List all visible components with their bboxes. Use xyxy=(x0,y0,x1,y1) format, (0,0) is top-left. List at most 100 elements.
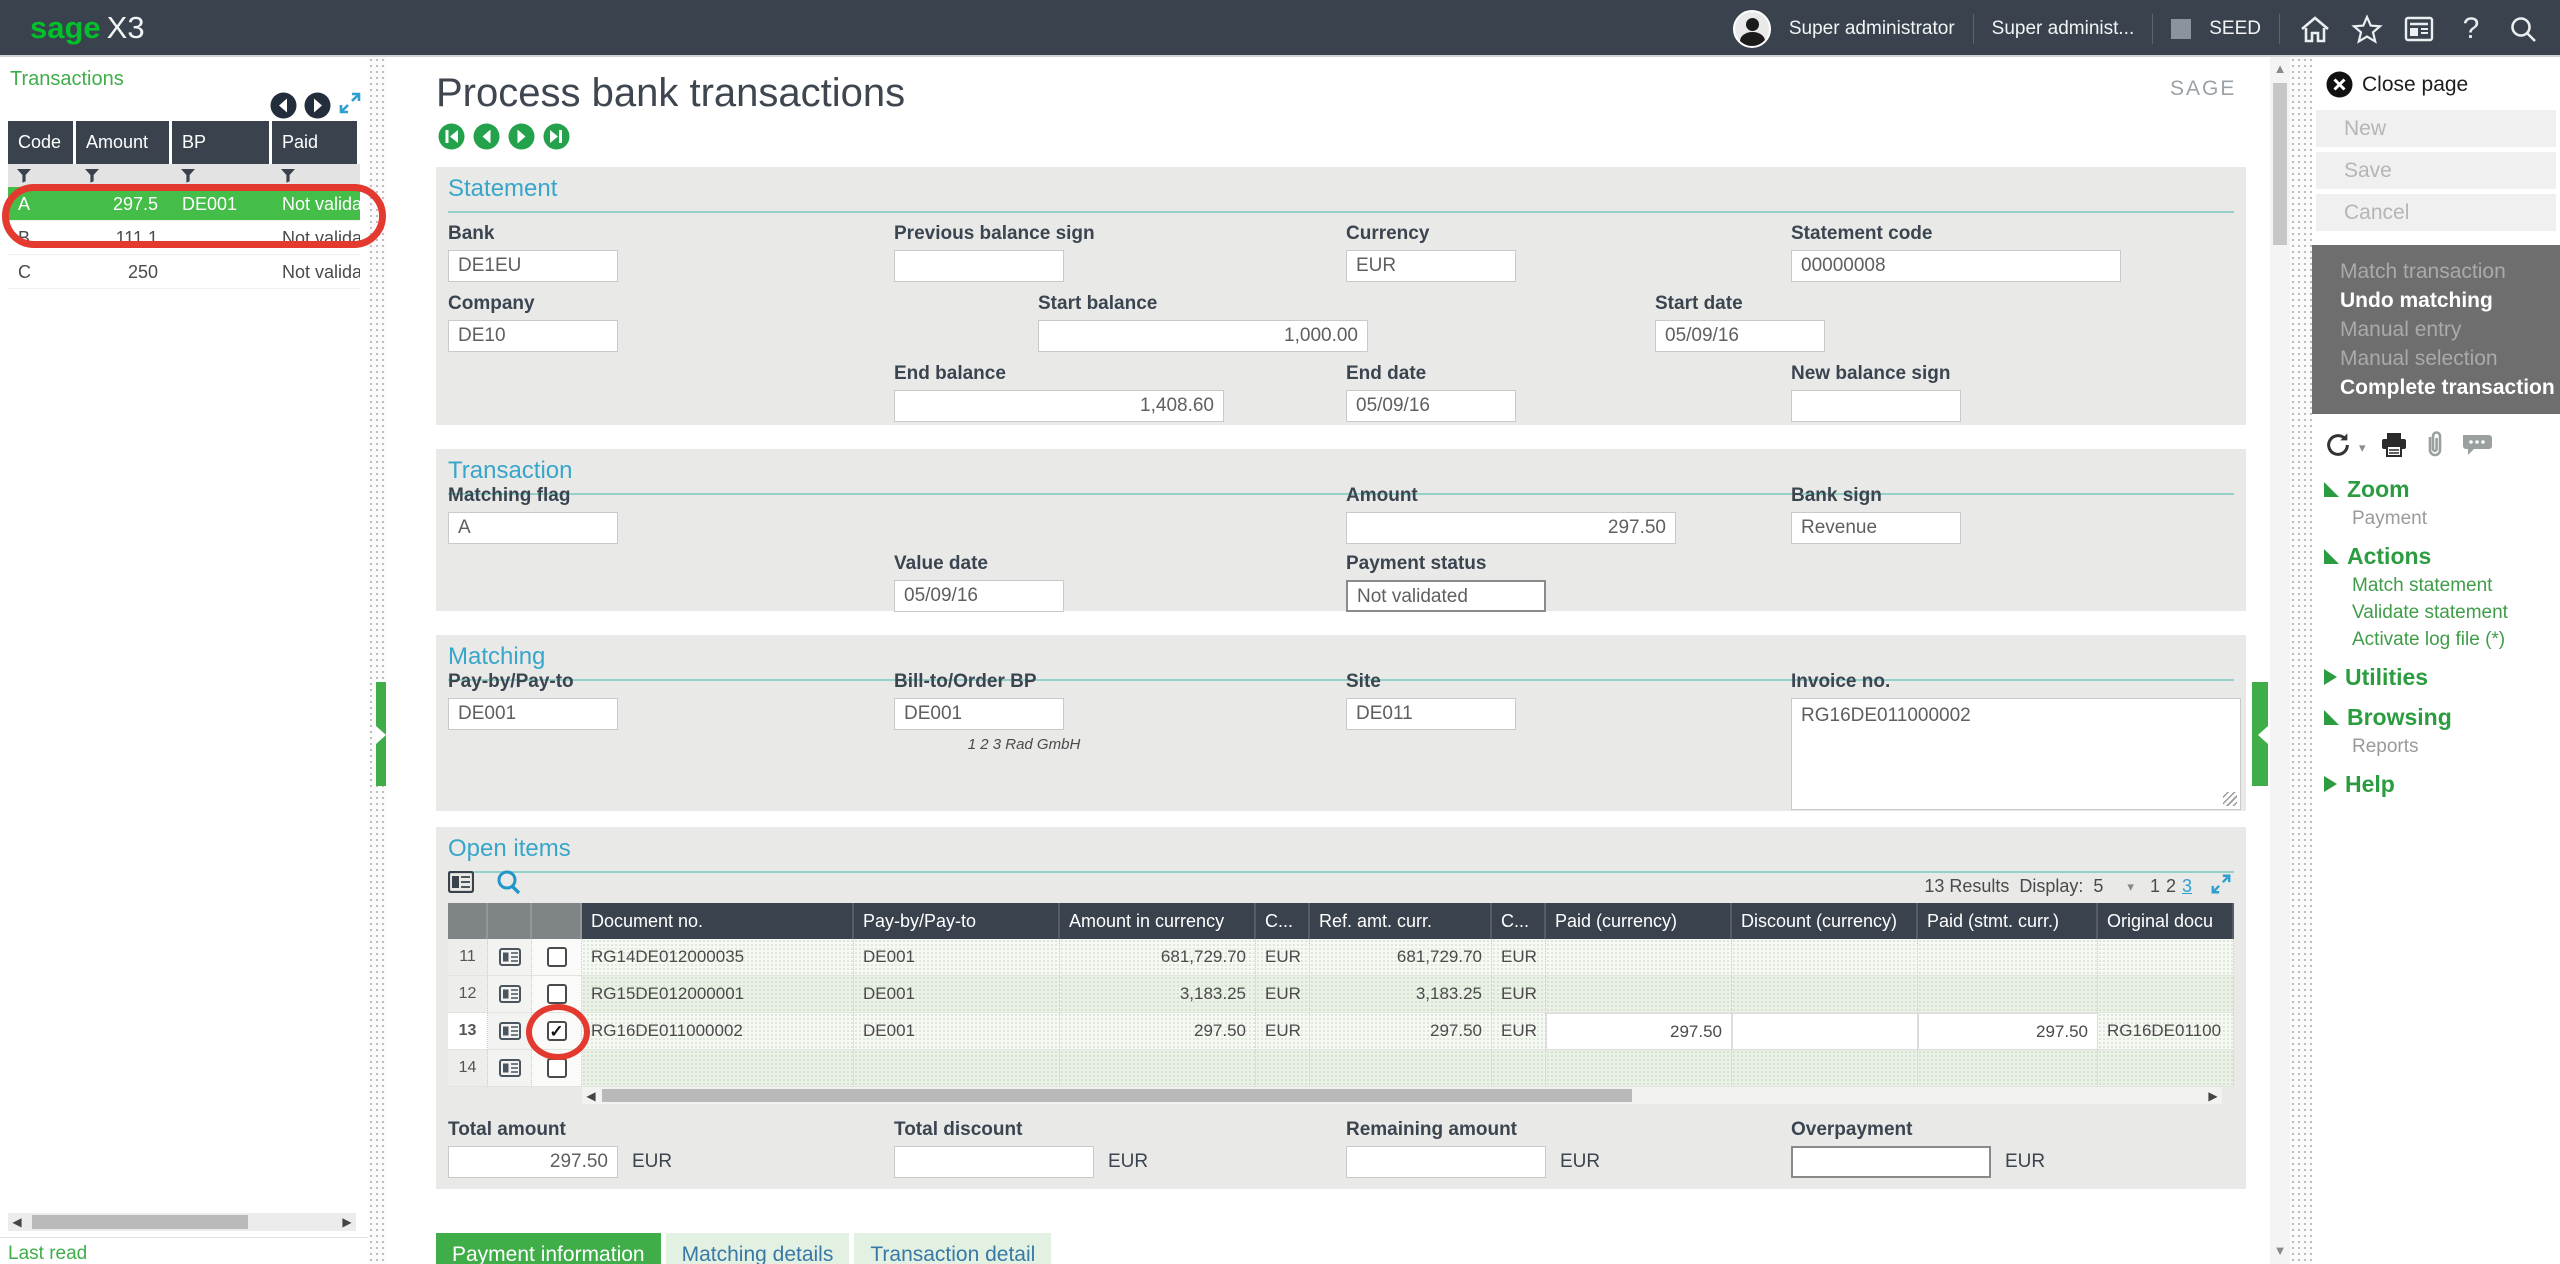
scroll-up-icon[interactable]: ▲ xyxy=(2270,61,2290,76)
tab-payment-information[interactable]: Payment information xyxy=(436,1233,661,1264)
total-discount-input[interactable] xyxy=(894,1146,1094,1178)
section-item-validate-statement[interactable]: Validate statement xyxy=(2312,599,2560,626)
overpayment-input[interactable] xyxy=(1791,1146,1991,1178)
avatar[interactable] xyxy=(1733,10,1771,48)
column-header[interactable]: Amount in currency xyxy=(1060,903,1256,939)
scroll-left-icon[interactable]: ◀ xyxy=(8,1215,26,1229)
first-record-icon[interactable] xyxy=(438,123,465,155)
save-button[interactable]: Save xyxy=(2316,152,2556,189)
left-panel-hscrollbar[interactable]: ◀ ▶ xyxy=(8,1213,356,1231)
cancel-button[interactable]: Cancel xyxy=(2316,194,2556,231)
main-vscrollbar[interactable]: ▲ ▼ xyxy=(2270,57,2290,1264)
new-balance-sign-input[interactable] xyxy=(1791,390,1961,422)
detail-card-icon[interactable] xyxy=(488,976,532,1013)
column-header[interactable]: C... xyxy=(1492,903,1546,939)
resize-grip-icon[interactable] xyxy=(2223,792,2237,806)
section-header-help[interactable]: Help xyxy=(2312,768,2560,800)
next-record-icon[interactable] xyxy=(304,92,331,119)
endpoint-label[interactable]: SEED xyxy=(2209,18,2261,40)
comment-icon[interactable] xyxy=(2461,432,2493,463)
section-item-payment[interactable]: Payment xyxy=(2312,505,2560,532)
amount-input[interactable]: 297.50 xyxy=(1346,512,1676,544)
home-icon[interactable] xyxy=(2298,12,2332,46)
section-header-browsing[interactable]: Browsing xyxy=(2312,701,2560,733)
open-items-row-11[interactable]: 11RG14DE012000035DE001681,729.70EUR681,7… xyxy=(448,939,2234,976)
search-icon[interactable] xyxy=(2506,12,2540,46)
expand-icon[interactable] xyxy=(2210,873,2232,900)
help-icon[interactable]: ? xyxy=(2454,12,2488,46)
total-amount-input[interactable]: 297.50 xyxy=(448,1146,618,1178)
printer-icon[interactable] xyxy=(2379,431,2409,464)
last-record-icon[interactable] xyxy=(543,123,570,155)
row-checkbox[interactable] xyxy=(547,984,567,1004)
column-header[interactable]: Pay-by/Pay-to xyxy=(854,903,1060,939)
column-header-paid[interactable]: Paid xyxy=(272,121,360,164)
start-date-input[interactable]: 05/09/16 xyxy=(1655,320,1825,352)
collapse-right-panel-handle[interactable] xyxy=(2252,682,2268,786)
value-date-input[interactable]: 05/09/16 xyxy=(894,580,1064,612)
scroll-thumb[interactable] xyxy=(2273,83,2287,245)
prev-record-icon[interactable] xyxy=(270,92,297,119)
open-items-row-12[interactable]: 12RG15DE012000001DE0013,183.25EUR3,183.2… xyxy=(448,976,2234,1013)
new-button[interactable]: New xyxy=(2316,110,2556,147)
column-header[interactable]: Paid (currency) xyxy=(1546,903,1732,939)
page-link-2[interactable]: 2 xyxy=(2166,876,2176,896)
next-record-icon[interactable] xyxy=(508,123,535,155)
cell[interactable] xyxy=(1732,1013,1918,1050)
bank-input[interactable]: DE1EU xyxy=(448,250,618,282)
section-item-reports[interactable]: Reports xyxy=(2312,733,2560,760)
company-input[interactable]: DE10 xyxy=(448,320,618,352)
column-header[interactable]: Original docu xyxy=(2098,903,2234,939)
refresh-icon[interactable] xyxy=(2324,431,2352,464)
row-checkbox[interactable] xyxy=(547,947,567,967)
expand-icon[interactable] xyxy=(338,91,362,120)
dropdown-caret-icon[interactable]: ▾ xyxy=(2127,879,2134,895)
column-header-code[interactable]: Code xyxy=(8,121,76,164)
column-header-amount[interactable]: Amount xyxy=(76,121,172,164)
right-splitter[interactable] xyxy=(2290,57,2312,1264)
scroll-down-icon[interactable]: ▼ xyxy=(2270,1243,2290,1258)
star-icon[interactable] xyxy=(2350,12,2384,46)
open-items-hscrollbar[interactable]: ◀ ▶ xyxy=(582,1087,2222,1104)
statement-code-input[interactable]: 00000008 xyxy=(1791,250,2121,282)
user-role[interactable]: Super administ... xyxy=(1992,18,2135,40)
column-header-util[interactable] xyxy=(448,903,488,939)
section-header-zoom[interactable]: Zoom xyxy=(2312,473,2560,505)
end-balance-input[interactable]: 1,408.60 xyxy=(894,390,1224,422)
open-items-row-14[interactable]: 14 xyxy=(448,1050,2234,1087)
news-icon[interactable] xyxy=(2402,12,2436,46)
bill-to-input[interactable]: DE001 xyxy=(894,698,1064,730)
tab-matching-details[interactable]: Matching details xyxy=(666,1233,850,1264)
menu-item-complete-transaction[interactable]: Complete transaction xyxy=(2312,373,2560,402)
last-read-link[interactable]: Last read xyxy=(8,1243,87,1264)
paperclip-icon[interactable] xyxy=(2422,430,2448,465)
scroll-thumb[interactable] xyxy=(32,1215,248,1229)
scroll-thumb[interactable] xyxy=(602,1089,1632,1102)
scroll-left-icon[interactable]: ◀ xyxy=(582,1089,600,1103)
remaining-amount-input[interactable] xyxy=(1346,1146,1546,1178)
column-header[interactable]: C... xyxy=(1256,903,1310,939)
matching-flag-input[interactable]: A xyxy=(448,512,618,544)
page-link-1[interactable]: 1 xyxy=(2150,876,2160,896)
column-header[interactable]: Ref. amt. curr. xyxy=(1310,903,1492,939)
search-icon[interactable] xyxy=(496,869,522,900)
prev-record-icon[interactable] xyxy=(473,123,500,155)
scroll-right-icon[interactable]: ▶ xyxy=(338,1215,356,1229)
transactions-row-C[interactable]: C250Not validated xyxy=(8,255,360,289)
bank-sign-input[interactable]: Revenue xyxy=(1791,512,1961,544)
cell[interactable]: 297.50 xyxy=(1546,1013,1732,1050)
column-header[interactable]: Document no. xyxy=(582,903,854,939)
column-header-bp[interactable]: BP xyxy=(172,121,272,164)
currency-input[interactable]: EUR xyxy=(1346,250,1516,282)
pay-by-input[interactable]: DE001 xyxy=(448,698,618,730)
grid-icon[interactable] xyxy=(448,871,474,898)
open-items-row-13[interactable]: 13✓RG16DE011000002DE001297.50EUR297.50EU… xyxy=(448,1013,2234,1050)
column-header[interactable]: Discount (currency) xyxy=(1732,903,1918,939)
section-item-match-statement[interactable]: Match statement xyxy=(2312,572,2560,599)
start-balance-input[interactable]: 1,000.00 xyxy=(1038,320,1368,352)
column-header-util[interactable] xyxy=(532,903,582,939)
column-header-util[interactable] xyxy=(488,903,532,939)
sage-x3-logo[interactable]: sageX3 xyxy=(30,10,145,46)
site-input[interactable]: DE011 xyxy=(1346,698,1516,730)
scroll-right-icon[interactable]: ▶ xyxy=(2204,1089,2222,1103)
